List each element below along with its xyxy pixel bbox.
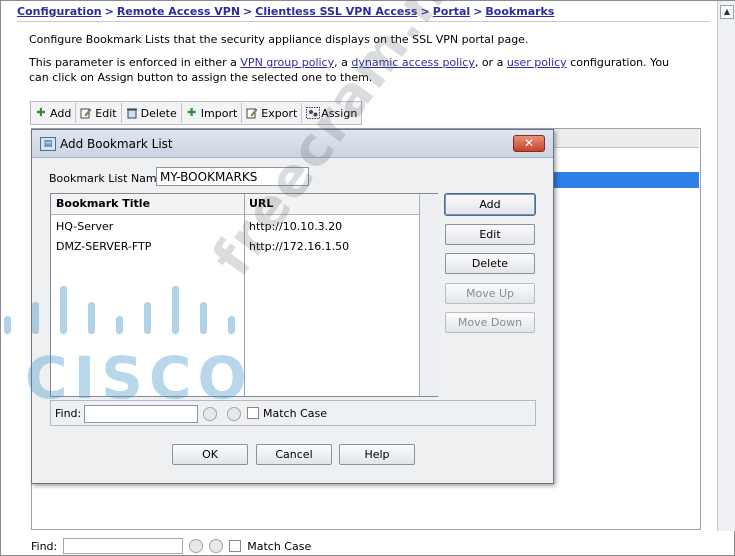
dialog-titlebar[interactable]: ▤ Add Bookmark List ✕ <box>32 130 553 158</box>
dialog-title: Add Bookmark List <box>60 137 173 151</box>
asdm-main-panel: Configuration > Remote Access VPN > Clientle… <box>0 0 735 556</box>
breadcrumb-clientless-ssl-vpn-access[interactable]: Clientless SSL VPN Access <box>255 5 417 18</box>
breadcrumb-separator: > <box>420 5 430 18</box>
breadcrumb-separator: > <box>104 5 114 18</box>
breadcrumb-separator: > <box>473 5 483 18</box>
breadcrumb: Configuration > Remote Access VPN > Clientle… <box>17 5 554 18</box>
find-previous-icon[interactable] <box>209 539 224 553</box>
edit-button-label: Edit <box>95 106 117 120</box>
add-button[interactable]: ✚ Add <box>31 103 77 123</box>
column-header-bookmark-title[interactable]: Bookmark Title <box>56 197 150 210</box>
background-match-case-label: Match Case <box>247 539 312 553</box>
policy-description-sep: , or a <box>474 56 507 69</box>
breadcrumb-divider <box>17 21 709 22</box>
trash-icon <box>126 107 138 119</box>
close-icon: ✕ <box>523 136 535 150</box>
table-scrollbar[interactable] <box>419 194 438 396</box>
page-scrollbar[interactable]: ▲ <box>717 1 735 531</box>
close-button[interactable]: ✕ <box>513 135 545 152</box>
breadcrumb-remote-access-vpn[interactable]: Remote Access VPN <box>117 5 240 18</box>
match-case-label: Match Case <box>263 407 327 420</box>
vpn-group-policy-link[interactable]: VPN group policy <box>240 56 334 69</box>
scroll-up-icon[interactable]: ▲ <box>720 5 734 19</box>
find-next-icon[interactable] <box>189 539 204 553</box>
import-button-label: Import <box>200 106 238 120</box>
page-description: Configure Bookmark Lists that the securi… <box>29 33 529 46</box>
plus-icon: ✚ <box>36 106 46 119</box>
breadcrumb-separator: > <box>243 5 253 18</box>
move-up-button[interactable]: Move Up <box>445 283 535 304</box>
cancel-button[interactable]: Cancel <box>256 444 332 465</box>
policy-description-sep: , a <box>334 56 352 69</box>
dialog-edit-button[interactable]: Edit <box>445 224 535 245</box>
dialog-delete-button[interactable]: Delete <box>445 253 535 274</box>
cisco-wordmark: CISCO <box>25 344 253 412</box>
bookmark-title-cell: HQ-Server <box>56 220 114 233</box>
breadcrumb-portal[interactable]: Portal <box>433 5 471 18</box>
background-match-case-checkbox[interactable] <box>229 540 242 552</box>
delete-button[interactable]: Delete <box>122 103 182 123</box>
bookmark-url-cell: http://10.10.3.20 <box>249 220 343 233</box>
bookmark-lists-table-header <box>552 129 699 148</box>
export-icon <box>246 107 258 119</box>
breadcrumb-configuration[interactable]: Configuration <box>17 5 102 18</box>
dialog-app-icon: ▤ <box>40 137 56 151</box>
column-header-url[interactable]: URL <box>249 197 273 210</box>
bookmark-url-cell: http://172.16.1.50 <box>249 240 350 253</box>
background-find-label: Find: <box>31 539 58 553</box>
policy-description-prefix: This parameter is enforced in either a <box>29 56 241 69</box>
bookmark-list-name-label: Bookmark List Name: <box>49 172 168 185</box>
export-button-label: Export <box>261 106 298 120</box>
dialog-add-button[interactable]: Add <box>444 193 536 216</box>
assign-button-label: Assign <box>321 106 358 120</box>
delete-button-label: Delete <box>140 106 177 120</box>
move-down-button[interactable]: Move Down <box>445 312 535 333</box>
background-find-input[interactable] <box>63 538 184 554</box>
export-button[interactable]: Export <box>242 103 303 123</box>
import-button[interactable]: ✚ Import <box>182 103 243 123</box>
bookmark-list-name-input[interactable]: MY-BOOKMARKS <box>156 167 309 186</box>
help-button[interactable]: Help <box>339 444 415 465</box>
add-button-label: Add <box>50 106 72 120</box>
edit-button[interactable]: Edit <box>76 103 122 123</box>
edit-icon <box>80 107 92 119</box>
user-policy-link[interactable]: user policy <box>507 56 567 69</box>
assign-button[interactable]: Assign <box>302 103 361 123</box>
assign-icon <box>306 107 321 119</box>
add-bookmark-list-dialog: ▤ Add Bookmark List ✕ Bookmark List Name… <box>31 129 554 484</box>
bookmark-title-cell: DMZ-SERVER-FTP <box>56 240 152 253</box>
policy-description: This parameter is enforced in either a V… <box>29 55 689 85</box>
bookmarks-toolbar: ✚ Add Edit Delete ✚ Import Export Assign <box>30 101 363 125</box>
dynamic-access-policy-link[interactable]: dynamic access policy <box>351 56 474 69</box>
background-find-bar: Find: Match Case <box>31 538 311 554</box>
selected-row[interactable] <box>552 172 699 188</box>
ok-button[interactable]: OK <box>172 444 248 465</box>
import-icon: ✚ <box>187 106 197 119</box>
breadcrumb-bookmarks[interactable]: Bookmarks <box>485 5 554 18</box>
